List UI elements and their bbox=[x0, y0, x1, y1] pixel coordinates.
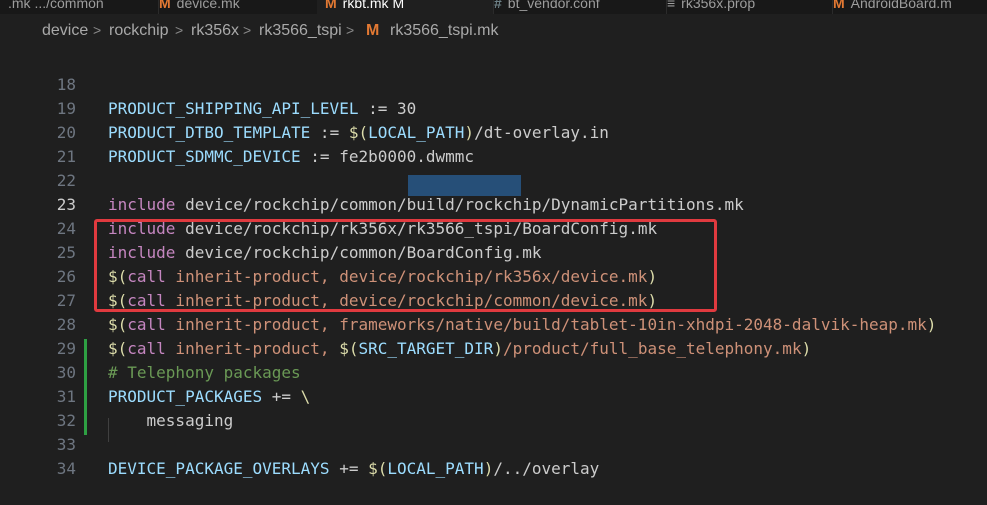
editor-tab-bar: .mk .../common Mdevice.mk Mrkbt.mk M # bt… bbox=[0, 0, 987, 14]
tab-label: AndroidBoard.m bbox=[850, 0, 952, 11]
tab-label: rkbt.mk M bbox=[342, 0, 405, 11]
breadcrumb-file-name[interactable]: rk3566_tspi.mk bbox=[390, 22, 499, 40]
tab-device-mk[interactable]: Mdevice.mk bbox=[151, 0, 325, 14]
tab-label: bt_vendor.conf bbox=[507, 0, 600, 11]
chevron-right-icon: > bbox=[175, 22, 184, 38]
breadcrumb: device > rockchip > rk356x > rk3566_tspi… bbox=[0, 14, 987, 46]
annotation-highlight-box bbox=[94, 219, 717, 312]
breadcrumb-item-rk3566-tspi[interactable]: rk3566_tspi bbox=[259, 22, 342, 40]
code-line[interactable]: 20 PRODUCT_SDMMC_DEVICE := fe2b0000.dwmm… bbox=[0, 97, 987, 166]
breadcrumb-item-rockchip[interactable]: rockchip bbox=[109, 22, 169, 40]
tab-bt-vendor-conf[interactable]: # bt_vendor.conf bbox=[486, 0, 667, 14]
code-line[interactable]: 29 # Telephony packages bbox=[0, 313, 987, 382]
code-line[interactable]: 30 PRODUCT_PACKAGES += \ bbox=[0, 337, 987, 406]
code-line[interactable]: 21 bbox=[0, 121, 987, 166]
tab-label: device.mk bbox=[176, 0, 240, 11]
line-number: 34 bbox=[56, 459, 76, 478]
chevron-right-icon: > bbox=[346, 22, 355, 38]
code-line[interactable]: 18 PRODUCT_SHIPPING_API_LEVEL := 30 bbox=[0, 49, 987, 118]
tab-androidboard-mk[interactable]: M AndroidBoard.m bbox=[825, 0, 987, 14]
makefile-icon: M bbox=[366, 22, 380, 39]
code-line[interactable]: 32 bbox=[0, 385, 987, 430]
breadcrumb-item-device[interactable]: device bbox=[42, 22, 88, 40]
code-text: DEVICE_PACKAGE_OVERLAYS += $(LOCAL_PATH)… bbox=[108, 459, 600, 478]
properties-file-icon: ≡ bbox=[667, 0, 676, 11]
tab-rkbt-mk[interactable]: Mrkbt.mk M bbox=[317, 0, 494, 14]
code-line[interactable]: 19 PRODUCT_DTBO_TEMPLATE := $(LOCAL_PATH… bbox=[0, 73, 987, 142]
makefile-icon: M bbox=[159, 0, 171, 11]
code-line[interactable]: 22 include device/rockchip/common/build/… bbox=[0, 145, 987, 214]
makefile-icon: M bbox=[833, 0, 845, 11]
makefile-icon: M bbox=[325, 0, 337, 11]
code-line[interactable]: 31 messaging bbox=[0, 361, 987, 430]
tab-label: rk356x.prop bbox=[681, 0, 756, 11]
tab-rk356x-prop[interactable]: ≡ rk356x.prop bbox=[659, 0, 833, 14]
code-line[interactable]: 34 bbox=[0, 433, 987, 478]
chevron-right-icon: > bbox=[243, 22, 252, 38]
breadcrumb-item-rk356x[interactable]: rk356x bbox=[191, 22, 239, 40]
config-file-icon: # bbox=[494, 0, 502, 11]
code-line[interactable]: 24 include device/rockchip/common/BoardC… bbox=[0, 193, 987, 262]
tab-label: .mk .../common bbox=[8, 0, 104, 11]
code-editor[interactable]: 18 PRODUCT_SHIPPING_API_LEVEL := 30 19 P… bbox=[0, 46, 987, 478]
chevron-right-icon: > bbox=[93, 22, 102, 38]
tab-common-mk[interactable]: .mk .../common bbox=[0, 0, 159, 14]
code-line-current[interactable]: 23 include device/rockchip/rk356x/rk3566… bbox=[0, 169, 987, 238]
code-line[interactable]: 33 DEVICE_PACKAGE_OVERLAYS += $(LOCAL_PA… bbox=[0, 409, 987, 478]
